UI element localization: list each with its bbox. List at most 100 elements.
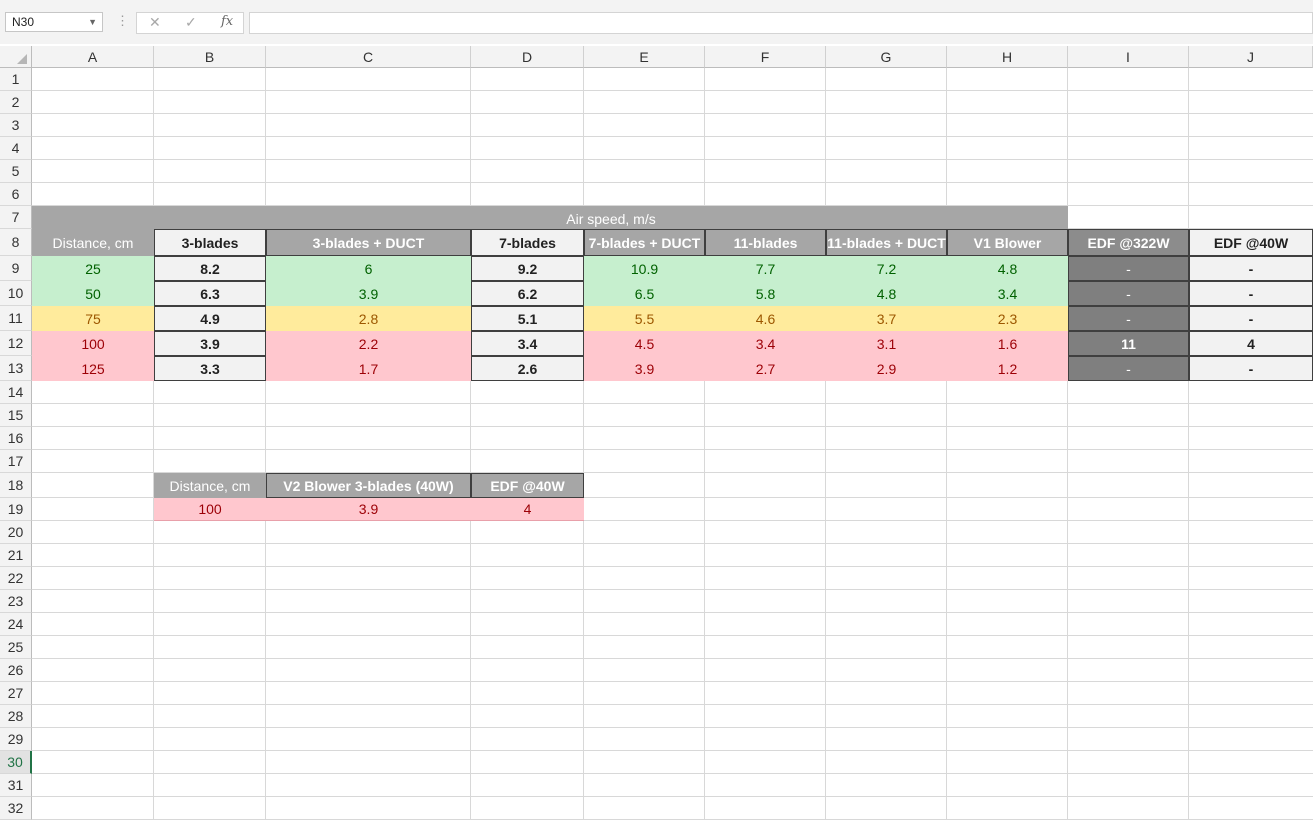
table2-data-cell[interactable]: 4 <box>471 498 584 521</box>
row-header-18[interactable]: 18 <box>0 473 32 498</box>
data-cell[interactable]: 4.9 <box>154 306 266 331</box>
data-cell[interactable]: 8.2 <box>154 256 266 281</box>
header-11-blades[interactable]: 11-blades <box>705 229 826 256</box>
data-cell[interactable]: - <box>1189 256 1313 281</box>
row-header-9[interactable]: 9 <box>0 256 32 281</box>
data-cell[interactable]: 5.8 <box>705 281 826 306</box>
data-cell[interactable]: - <box>1068 256 1189 281</box>
data-cell[interactable]: - <box>1189 306 1313 331</box>
row-header-27[interactable]: 27 <box>0 682 32 705</box>
data-cell[interactable]: 2.6 <box>471 356 584 381</box>
row-header-11[interactable]: 11 <box>0 306 32 331</box>
row-header-2[interactable]: 2 <box>0 91 32 114</box>
data-cell[interactable]: 4.5 <box>584 331 705 356</box>
data-cell[interactable]: 6.3 <box>154 281 266 306</box>
header-7-blades[interactable]: 7-blades <box>471 229 584 256</box>
data-cell[interactable]: 100 <box>32 331 154 356</box>
data-cell[interactable]: 2.8 <box>266 306 471 331</box>
data-cell[interactable]: 1.2 <box>947 356 1068 381</box>
data-cell[interactable]: 4.8 <box>947 256 1068 281</box>
data-cell[interactable]: 11 <box>1068 331 1189 356</box>
header-distance-cm[interactable]: Distance, cm <box>32 229 154 256</box>
cancel-x-icon[interactable]: ✕ <box>149 14 161 31</box>
column-header-d[interactable]: D <box>471 46 584 68</box>
data-cell[interactable]: 3.9 <box>584 356 705 381</box>
column-header-a[interactable]: A <box>32 46 154 68</box>
data-cell[interactable]: 6.5 <box>584 281 705 306</box>
row-header-6[interactable]: 6 <box>0 183 32 206</box>
data-cell[interactable]: 3.4 <box>947 281 1068 306</box>
check-icon[interactable]: ✓ <box>185 14 197 31</box>
row-header-10[interactable]: 10 <box>0 281 32 306</box>
data-cell[interactable]: 4.6 <box>705 306 826 331</box>
row-header-19[interactable]: 19 <box>0 498 32 521</box>
data-cell[interactable]: 3.9 <box>154 331 266 356</box>
header-edf-322w[interactable]: EDF @322W <box>1068 229 1189 256</box>
row-header-31[interactable]: 31 <box>0 774 32 797</box>
chevron-down-icon[interactable]: ▼ <box>88 13 97 31</box>
table2-data-cell[interactable]: 3.9 <box>266 498 471 521</box>
row-header-12[interactable]: 12 <box>0 331 32 356</box>
column-header-c[interactable]: C <box>266 46 471 68</box>
data-cell[interactable]: 10.9 <box>584 256 705 281</box>
row-header-28[interactable]: 28 <box>0 705 32 728</box>
row-header-4[interactable]: 4 <box>0 137 32 160</box>
data-cell[interactable]: 2.3 <box>947 306 1068 331</box>
data-cell[interactable]: 5.1 <box>471 306 584 331</box>
header-11-blades-duct[interactable]: 11-blades + DUCT <box>826 229 947 256</box>
row-header-21[interactable]: 21 <box>0 544 32 567</box>
column-header-g[interactable]: G <box>826 46 947 68</box>
data-cell[interactable]: 3.4 <box>471 331 584 356</box>
row-header-3[interactable]: 3 <box>0 114 32 137</box>
header-edf-40w[interactable]: EDF @40W <box>1189 229 1313 256</box>
data-cell[interactable]: - <box>1189 281 1313 306</box>
data-cell[interactable]: 3.3 <box>154 356 266 381</box>
data-cell[interactable]: 25 <box>32 256 154 281</box>
column-header-e[interactable]: E <box>584 46 705 68</box>
table2-data-cell[interactable]: 100 <box>154 498 266 521</box>
data-cell[interactable]: 6 <box>266 256 471 281</box>
header-3-blades[interactable]: 3-blades <box>154 229 266 256</box>
row-header-7[interactable]: 7 <box>0 206 32 229</box>
data-cell[interactable]: 75 <box>32 306 154 331</box>
column-header-b[interactable]: B <box>154 46 266 68</box>
data-cell[interactable]: 1.7 <box>266 356 471 381</box>
row-header-25[interactable]: 25 <box>0 636 32 659</box>
header-3-blades-duct[interactable]: 3-blades + DUCT <box>266 229 471 256</box>
insert-function-icon[interactable]: fx <box>221 14 233 29</box>
row-header-30[interactable]: 30 <box>0 751 32 774</box>
data-cell[interactable]: 3.9 <box>266 281 471 306</box>
data-cell[interactable]: 5.5 <box>584 306 705 331</box>
row-header-5[interactable]: 5 <box>0 160 32 183</box>
table2-header-distance[interactable]: Distance, cm <box>154 473 266 498</box>
data-cell[interactable]: 4 <box>1189 331 1313 356</box>
data-cell[interactable]: 3.1 <box>826 331 947 356</box>
row-header-23[interactable]: 23 <box>0 590 32 613</box>
header-v1-blower[interactable]: V1 Blower <box>947 229 1068 256</box>
row-header-15[interactable]: 15 <box>0 404 32 427</box>
row-header-1[interactable]: 1 <box>0 68 32 91</box>
header-7-blades-duct[interactable]: 7-blades + DUCT <box>584 229 705 256</box>
data-cell[interactable]: 7.2 <box>826 256 947 281</box>
data-cell[interactable]: 9.2 <box>471 256 584 281</box>
row-header-13[interactable]: 13 <box>0 356 32 381</box>
column-header-i[interactable]: I <box>1068 46 1189 68</box>
data-cell[interactable]: 6.2 <box>471 281 584 306</box>
table2-header-edf-40w[interactable]: EDF @40W <box>471 473 584 498</box>
data-cell[interactable]: 125 <box>32 356 154 381</box>
data-cell[interactable]: 2.2 <box>266 331 471 356</box>
row-header-17[interactable]: 17 <box>0 450 32 473</box>
formula-input[interactable] <box>249 12 1313 34</box>
data-cell[interactable]: - <box>1068 306 1189 331</box>
name-box[interactable]: N30 ▼ <box>5 12 103 32</box>
row-header-24[interactable]: 24 <box>0 613 32 636</box>
table2-header-v2-blower[interactable]: V2 Blower 3-blades (40W) <box>266 473 471 498</box>
data-cell[interactable]: 2.9 <box>826 356 947 381</box>
data-cell[interactable]: 3.4 <box>705 331 826 356</box>
row-header-29[interactable]: 29 <box>0 728 32 751</box>
data-cell[interactable]: 2.7 <box>705 356 826 381</box>
row-header-32[interactable]: 32 <box>0 797 32 820</box>
row-header-14[interactable]: 14 <box>0 381 32 404</box>
data-cell[interactable]: 3.7 <box>826 306 947 331</box>
row-header-22[interactable]: 22 <box>0 567 32 590</box>
